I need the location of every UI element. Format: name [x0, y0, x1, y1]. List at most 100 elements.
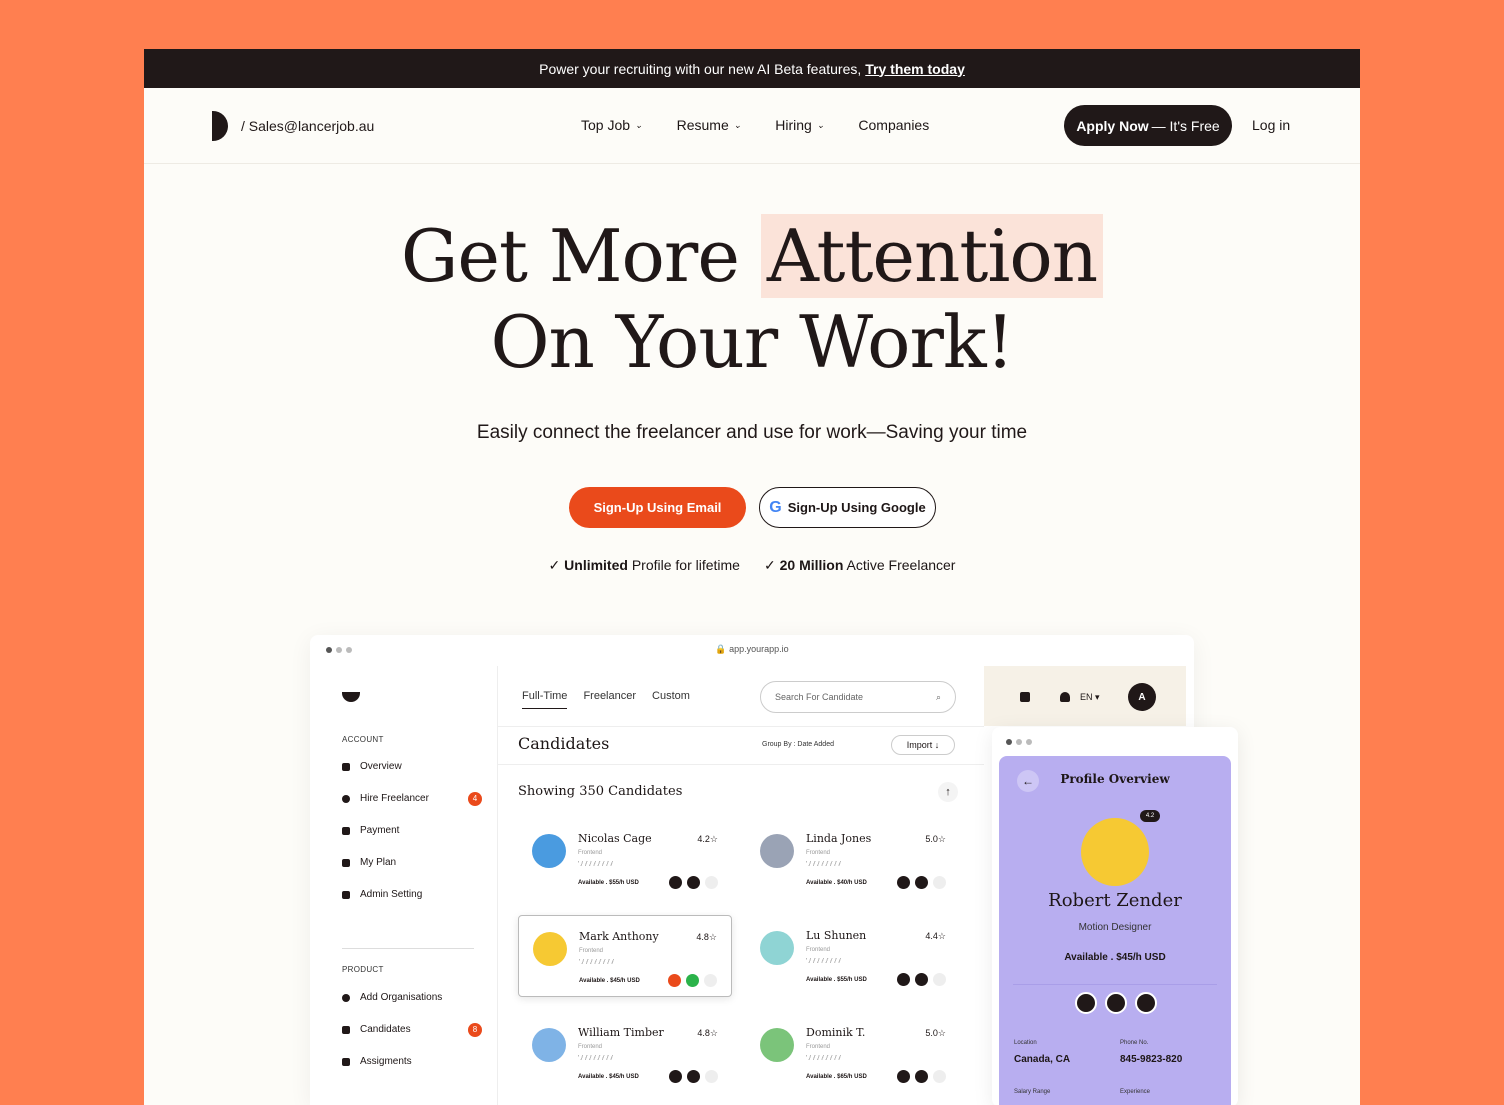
- app-logo-icon: [342, 692, 360, 702]
- chevron-down-icon: ⌄: [816, 119, 825, 130]
- sidebar-item-add-org[interactable]: Add Organisations: [342, 992, 482, 1003]
- heart-icon[interactable]: [669, 1070, 682, 1083]
- rating: 4.8☆: [697, 1028, 718, 1038]
- avatar: [533, 932, 567, 966]
- banner-text: Power your recruiting with our new AI Be…: [539, 60, 862, 77]
- signup-email-button[interactable]: Sign-Up Using Email: [569, 487, 746, 528]
- url-bar[interactable]: 🔒 app.yourapp.io: [310, 644, 1194, 655]
- login-link[interactable]: Log in: [1252, 117, 1290, 133]
- more-icon[interactable]: [705, 1070, 718, 1083]
- more-icon[interactable]: [1135, 992, 1157, 1014]
- candidate-card[interactable]: Nicolas Cage 4.2☆ Frontend Available . $…: [518, 818, 732, 900]
- sidebar-item-plan[interactable]: My Plan: [342, 857, 482, 868]
- apply-now-button[interactable]: Apply Now — It's Free: [1064, 105, 1232, 146]
- rating: 5.0☆: [925, 834, 946, 844]
- feature-list: ✓ Unlimited Profile for lifetime ✓ 20 Mi…: [144, 557, 1360, 574]
- rating: 4.4☆: [925, 931, 946, 941]
- heart-icon[interactable]: [668, 974, 681, 987]
- avatar: [532, 834, 566, 868]
- search-input[interactable]: Search For Candidate ⌕: [760, 681, 956, 713]
- avatar: [760, 931, 794, 965]
- more-icon[interactable]: [933, 973, 946, 986]
- profile-actions: [1075, 992, 1157, 1014]
- nav-top-job[interactable]: Top Job ⌄: [581, 117, 643, 133]
- mail-icon[interactable]: [1020, 692, 1030, 702]
- candidate-card[interactable]: William Timber 4.8☆ Frontend Available .…: [518, 1012, 732, 1094]
- more-icon[interactable]: [704, 974, 717, 987]
- nav-companies[interactable]: Companies: [858, 117, 929, 133]
- chat-icon[interactable]: [687, 876, 700, 889]
- heart-icon[interactable]: [897, 876, 910, 889]
- card-actions: [897, 973, 946, 986]
- google-icon: G: [769, 498, 782, 516]
- profile-card: ← Profile Overview 4.2 Robert Zender Mot…: [999, 756, 1231, 1105]
- group-by-select[interactable]: Group By : Date Added: [762, 741, 834, 748]
- feature-item: ✓ 20 Million Active Freelancer: [763, 557, 956, 573]
- candidate-card[interactable]: Lu Shunen 4.4☆ Frontend Available . $55/…: [746, 915, 960, 997]
- divider: [498, 726, 984, 727]
- tab-freelancer[interactable]: Freelancer: [583, 690, 636, 709]
- sidebar-item-payment[interactable]: Payment: [342, 825, 482, 836]
- heart-icon[interactable]: [897, 973, 910, 986]
- sidebar: ACCOUNT Overview Hire Freelancer 4 Paymen…: [318, 666, 498, 1105]
- card-actions: [897, 876, 946, 889]
- tab-full-time[interactable]: Full-Time: [522, 690, 568, 709]
- profile-name: Robert Zender: [1048, 890, 1182, 911]
- sidebar-item-candidates[interactable]: Candidates 8: [342, 1022, 482, 1037]
- more-icon[interactable]: [933, 1070, 946, 1083]
- more-icon[interactable]: [933, 876, 946, 889]
- sort-up-icon[interactable]: ↑: [938, 782, 958, 802]
- sidebar-item-assignments[interactable]: Assigments: [342, 1056, 482, 1067]
- lock-icon: [342, 858, 350, 867]
- results-count: Showing 350 Candidates: [518, 784, 683, 799]
- settings-icon: [342, 890, 350, 899]
- profile-role: Motion Designer: [1078, 922, 1152, 933]
- sidebar-item-admin[interactable]: Admin Setting: [342, 889, 482, 900]
- bell-icon[interactable]: [1060, 692, 1070, 702]
- profile-panel: ← Profile Overview 4.2 Robert Zender Mot…: [992, 727, 1238, 1105]
- signup-google-button[interactable]: G Sign-Up Using Google: [759, 487, 936, 528]
- candidate-card[interactable]: Linda Jones 5.0☆ Frontend Available . $4…: [746, 818, 960, 900]
- language-select[interactable]: EN ▾: [1080, 692, 1100, 703]
- logo-icon[interactable]: [212, 111, 228, 141]
- chat-icon[interactable]: [915, 876, 928, 889]
- top-nav: / Sales@lancerjob.au Top Job ⌄ Resume ⌄ Hi…: [144, 88, 1360, 164]
- divider: [342, 948, 474, 949]
- rating: 4.2☆: [697, 834, 718, 844]
- rating-badge: 4.2: [1140, 810, 1160, 822]
- section-account: ACCOUNT: [342, 735, 384, 744]
- search-icon: ⌕: [935, 691, 941, 702]
- page-title: Candidates: [518, 734, 610, 753]
- heart-icon[interactable]: [897, 1070, 910, 1083]
- candidate-card[interactable]: Dominik T. 5.0☆ Frontend Available . $65…: [746, 1012, 960, 1094]
- tab-custom[interactable]: Custom: [652, 690, 690, 709]
- layers-icon: [342, 1057, 350, 1066]
- chat-icon[interactable]: [1105, 992, 1127, 1014]
- announcement-banner: Power your recruiting with our new AI Be…: [144, 49, 1360, 88]
- hero-title: Get More Attention On Your Work!: [144, 213, 1360, 385]
- import-button[interactable]: Import ↓: [891, 735, 955, 755]
- nav-hiring[interactable]: Hiring ⌄: [775, 117, 824, 133]
- browser-chrome: 🔒 app.yourapp.io: [310, 635, 1194, 665]
- section-product: PRODUCT: [342, 965, 384, 974]
- highlight-word: Attention: [760, 214, 1104, 298]
- chat-icon[interactable]: [915, 973, 928, 986]
- heart-icon[interactable]: [669, 876, 682, 889]
- nav-resume[interactable]: Resume ⌄: [677, 117, 742, 133]
- chevron-down-icon: ⌄: [635, 119, 643, 130]
- banner-link[interactable]: Try them today: [865, 61, 965, 77]
- chat-icon[interactable]: [915, 1070, 928, 1083]
- card-actions: [669, 876, 718, 889]
- chat-icon[interactable]: [687, 1070, 700, 1083]
- heart-icon[interactable]: [1075, 992, 1097, 1014]
- sidebar-item-overview[interactable]: Overview: [342, 761, 482, 772]
- feature-item: ✓ Unlimited Profile for lifetime: [548, 557, 740, 573]
- avatar[interactable]: A: [1128, 683, 1156, 711]
- card-icon: [342, 826, 350, 835]
- divider: [498, 764, 984, 765]
- candidate-card-selected[interactable]: Mark Anthony 4.8☆ Frontend Available . $…: [518, 915, 732, 997]
- sidebar-item-hire[interactable]: Hire Freelancer 4: [342, 791, 482, 806]
- chat-icon[interactable]: [686, 974, 699, 987]
- contact-email[interactable]: / Sales@lancerjob.au: [241, 118, 374, 134]
- more-icon[interactable]: [705, 876, 718, 889]
